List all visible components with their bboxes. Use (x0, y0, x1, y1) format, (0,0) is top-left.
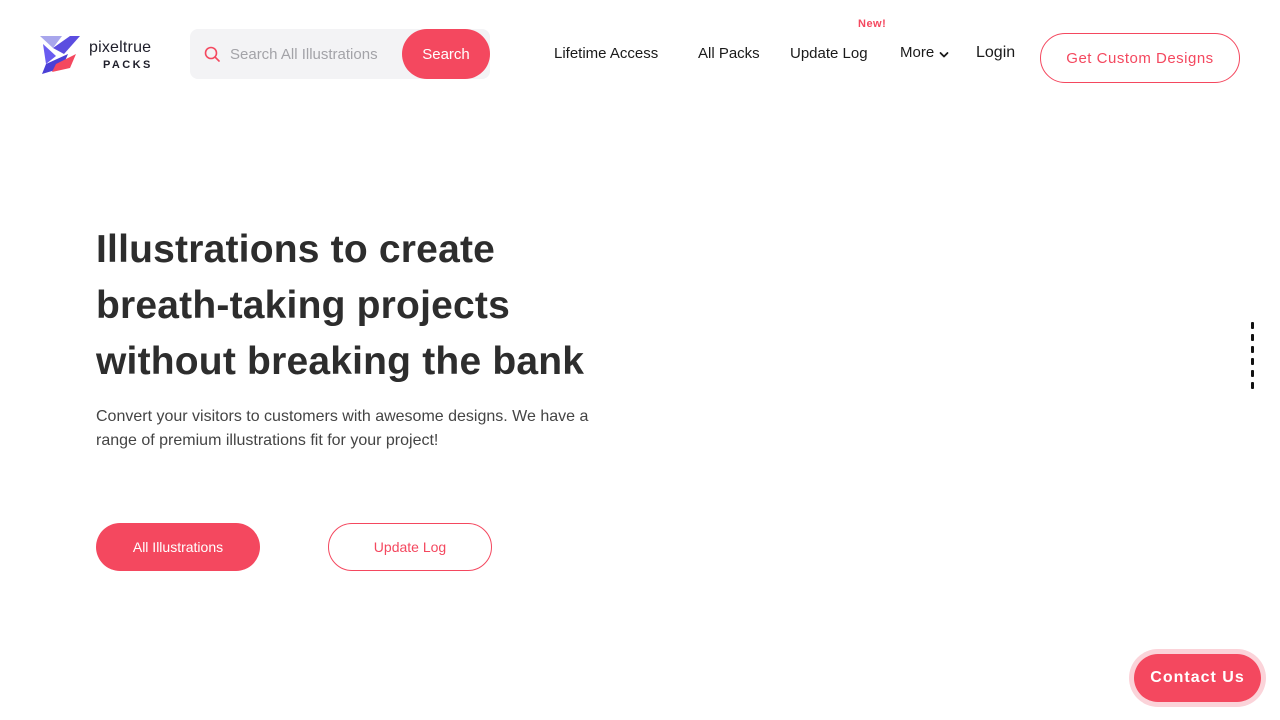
update-log-button[interactable]: Update Log (328, 523, 492, 571)
contact-us-button[interactable]: Contact Us (1134, 654, 1261, 702)
chevron-down-icon (939, 51, 949, 57)
new-badge: New! (858, 18, 887, 30)
indicator-dash (1251, 334, 1254, 341)
search-button[interactable]: Search (402, 29, 490, 79)
hero-title-line: without breaking the bank (96, 340, 585, 383)
indicator-dash (1251, 358, 1254, 365)
nav-login[interactable]: Login (976, 44, 1015, 62)
search-input[interactable] (230, 43, 400, 65)
all-illustrations-button[interactable]: All Illustrations (96, 523, 260, 571)
search-icon (204, 46, 220, 62)
site-logo[interactable]: pixeltrue PACKS (40, 34, 170, 76)
hero-subtitle: Convert your visitors to customers with … (96, 408, 589, 449)
hero-title-line: Illustrations to create (96, 228, 496, 271)
hero-title: Illustrations to create breath-taking pr… (96, 222, 656, 390)
nav-more-dropdown[interactable]: More (900, 44, 949, 62)
hero-title-line: breath-taking projects (96, 284, 510, 327)
nav-lifetime-access[interactable]: Lifetime Access (554, 45, 658, 63)
indicator-dash (1251, 370, 1254, 377)
get-custom-designs-button[interactable]: Get Custom Designs (1040, 33, 1240, 83)
contact-widget: Contact Us (1129, 649, 1266, 707)
indicator-dash (1251, 382, 1254, 389)
nav-all-packs[interactable]: All Packs (698, 45, 760, 63)
indicator-dash (1251, 346, 1254, 353)
nav-more-label: More (900, 44, 935, 61)
nav-update-log[interactable]: Update Log (790, 45, 868, 63)
brand-name: pixeltrue (89, 38, 152, 56)
brand-sub: PACKS (103, 58, 153, 71)
slide-indicator (1251, 322, 1255, 400)
pixeltrue-logo-icon (40, 36, 80, 74)
indicator-dash (1251, 322, 1254, 329)
